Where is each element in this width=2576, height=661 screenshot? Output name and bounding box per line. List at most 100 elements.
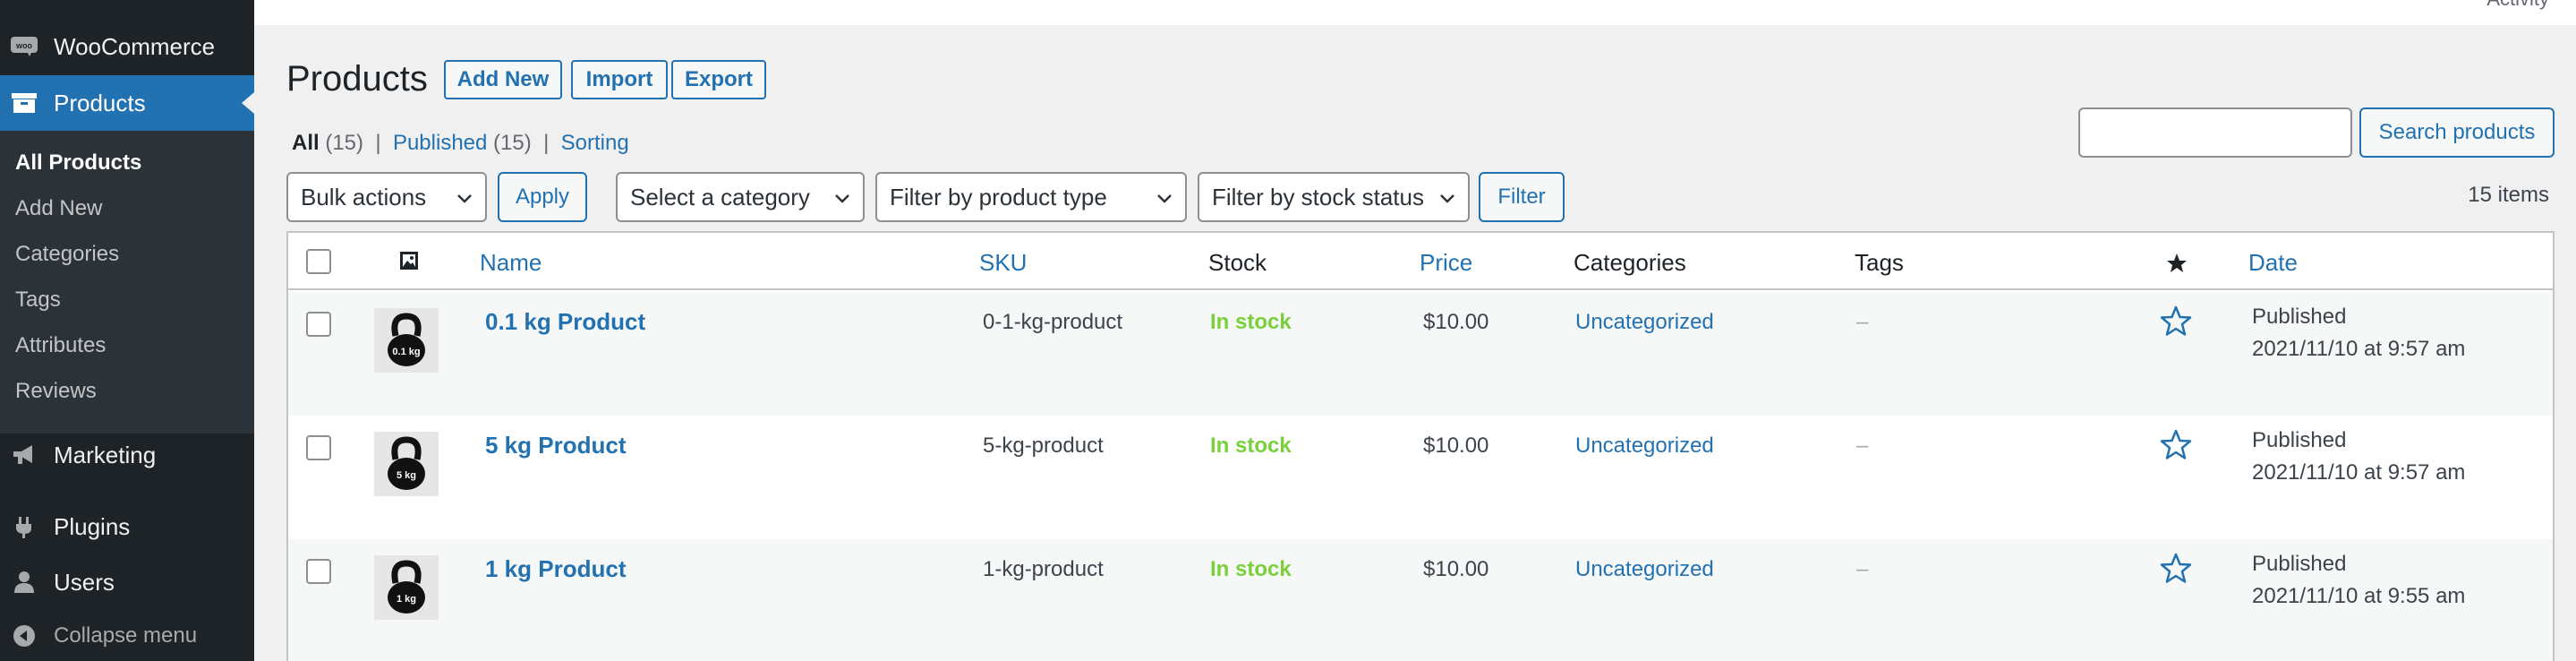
menu-users[interactable]: Users bbox=[0, 562, 254, 602]
row-checkbox[interactable] bbox=[306, 312, 331, 337]
product-sku: 5-kg-product bbox=[983, 434, 1104, 458]
product-name-link[interactable]: 0.1 kg Product bbox=[485, 308, 645, 336]
svg-text:0.1 kg: 0.1 kg bbox=[392, 347, 420, 357]
row-checkbox[interactable] bbox=[306, 559, 331, 584]
menu-products-label: Products bbox=[54, 89, 146, 116]
product-date: Published 2021/11/10 at 9:55 am bbox=[2252, 548, 2465, 613]
export-button[interactable]: Export bbox=[671, 60, 766, 99]
date-status: Published bbox=[2252, 552, 2347, 576]
stock-status: In stock bbox=[1210, 434, 1292, 458]
view-published-count: (15) bbox=[493, 131, 532, 155]
column-sku-header[interactable]: SKU bbox=[979, 249, 1027, 277]
view-separator: | bbox=[543, 131, 550, 155]
column-price-header[interactable]: Price bbox=[1420, 249, 1472, 277]
items-count: 15 items bbox=[2468, 183, 2549, 207]
column-tags-header: Tags bbox=[1855, 249, 1904, 276]
collapse-menu-button[interactable]: Collapse menu bbox=[0, 618, 254, 654]
column-date-header[interactable]: Date bbox=[2248, 249, 2298, 277]
date-status: Published bbox=[2252, 305, 2347, 329]
product-category-link[interactable]: Uncategorized bbox=[1575, 557, 1714, 582]
admin-sidebar: woo WooCommerce Products All Products Ad… bbox=[0, 0, 254, 661]
products-submenu: All Products Add New Categories Tags Att… bbox=[0, 131, 254, 434]
column-name-header[interactable]: Name bbox=[480, 249, 542, 277]
menu-marketing-label: Marketing bbox=[54, 441, 157, 468]
stock-status-filter-select[interactable]: Filter by stock status bbox=[1198, 172, 1470, 222]
table-row: 0.1 kg 0.1 kg Product 0-1-kg-product In … bbox=[288, 292, 2553, 416]
collapse-menu-label: Collapse menu bbox=[54, 623, 198, 648]
products-table: Name SKU Stock Price Categories Tags Dat… bbox=[286, 231, 2555, 661]
page-title: Products bbox=[286, 59, 428, 99]
plug-icon bbox=[9, 511, 39, 542]
featured-star-icon[interactable] bbox=[2159, 305, 2193, 339]
submenu-reviews[interactable]: Reviews bbox=[15, 379, 97, 404]
column-categories-header: Categories bbox=[1574, 249, 1686, 276]
view-published[interactable]: Published bbox=[393, 131, 487, 155]
date-value: 2021/11/10 at 9:57 am bbox=[2252, 337, 2466, 361]
submenu-categories[interactable]: Categories bbox=[15, 242, 119, 267]
product-price: $10.00 bbox=[1423, 434, 1489, 458]
row-checkbox[interactable] bbox=[306, 435, 331, 460]
kettlebell-image: 5 kg bbox=[388, 436, 425, 490]
product-name-link[interactable]: 1 kg Product bbox=[485, 555, 626, 583]
svg-text:5 kg: 5 kg bbox=[397, 470, 416, 481]
menu-woocommerce[interactable]: woo WooCommerce bbox=[0, 27, 254, 66]
chevron-down-icon bbox=[1157, 194, 1172, 203]
view-all[interactable]: All bbox=[292, 131, 320, 155]
select-all-checkbox[interactable] bbox=[306, 249, 331, 274]
product-category-link[interactable]: Uncategorized bbox=[1575, 310, 1714, 335]
submenu-add-new[interactable]: Add New bbox=[15, 196, 102, 221]
product-tags: – bbox=[1856, 557, 1869, 581]
megaphone-icon bbox=[9, 440, 39, 470]
chevron-down-icon bbox=[835, 194, 849, 203]
table-row: 1 kg 1 kg Product 1-kg-product In stock … bbox=[288, 539, 2553, 661]
add-new-button[interactable]: Add New bbox=[444, 60, 562, 99]
menu-plugins[interactable]: Plugins bbox=[0, 507, 254, 546]
product-sku: 0-1-kg-product bbox=[983, 310, 1123, 334]
product-tags: – bbox=[1856, 310, 1869, 334]
date-status: Published bbox=[2252, 428, 2347, 452]
featured-star-icon[interactable] bbox=[2166, 253, 2188, 274]
search-input[interactable] bbox=[2078, 107, 2352, 158]
view-all-count: (15) bbox=[325, 131, 364, 155]
woocommerce-icon: woo bbox=[9, 31, 39, 62]
activity-link[interactable]: Activity bbox=[2486, 0, 2549, 11]
status-views: All (15) | Published (15) | Sorting bbox=[292, 131, 629, 156]
submenu-attributes[interactable]: Attributes bbox=[15, 333, 106, 358]
featured-star-icon[interactable] bbox=[2159, 552, 2193, 586]
product-type-filter-select[interactable]: Filter by product type bbox=[875, 172, 1187, 222]
svg-text:1 kg: 1 kg bbox=[397, 594, 416, 605]
product-tags: – bbox=[1856, 434, 1869, 458]
import-button[interactable]: Import bbox=[571, 60, 668, 99]
product-name-link[interactable]: 5 kg Product bbox=[485, 432, 626, 459]
product-category-link[interactable]: Uncategorized bbox=[1575, 434, 1714, 459]
column-stock-header: Stock bbox=[1208, 249, 1267, 276]
stock-status: In stock bbox=[1210, 557, 1292, 581]
product-price: $10.00 bbox=[1423, 557, 1489, 581]
submenu-tags[interactable]: Tags bbox=[15, 288, 61, 313]
apply-button[interactable]: Apply bbox=[498, 172, 587, 222]
user-icon bbox=[9, 567, 39, 597]
bulk-actions-select[interactable]: Bulk actions bbox=[286, 172, 487, 222]
product-type-filter-value: Filter by product type bbox=[890, 183, 1107, 210]
product-thumbnail[interactable]: 5 kg bbox=[374, 432, 439, 496]
submenu-all-products[interactable]: All Products bbox=[15, 150, 141, 176]
filter-button[interactable]: Filter bbox=[1479, 172, 1565, 222]
archive-box-icon bbox=[9, 88, 39, 118]
product-price: $10.00 bbox=[1423, 310, 1489, 334]
category-filter-select[interactable]: Select a category bbox=[616, 172, 865, 222]
featured-star-icon[interactable] bbox=[2159, 428, 2193, 462]
view-separator: | bbox=[375, 131, 381, 155]
product-thumbnail[interactable]: 1 kg bbox=[374, 555, 439, 620]
product-thumbnail[interactable]: 0.1 kg bbox=[374, 308, 439, 373]
menu-woocommerce-label: WooCommerce bbox=[54, 32, 216, 60]
view-sorting[interactable]: Sorting bbox=[561, 131, 629, 155]
table-header: Name SKU Stock Price Categories Tags Dat… bbox=[288, 233, 2553, 290]
menu-marketing[interactable]: Marketing bbox=[0, 435, 254, 475]
search-products-button[interactable]: Search products bbox=[2359, 107, 2555, 158]
kettlebell-image: 1 kg bbox=[388, 560, 425, 614]
date-value: 2021/11/10 at 9:55 am bbox=[2252, 584, 2466, 608]
stock-status-filter-value: Filter by stock status bbox=[1212, 183, 1424, 210]
category-filter-value: Select a category bbox=[630, 183, 810, 210]
collapse-arrow-icon bbox=[9, 621, 39, 651]
menu-products[interactable]: Products bbox=[0, 75, 254, 131]
